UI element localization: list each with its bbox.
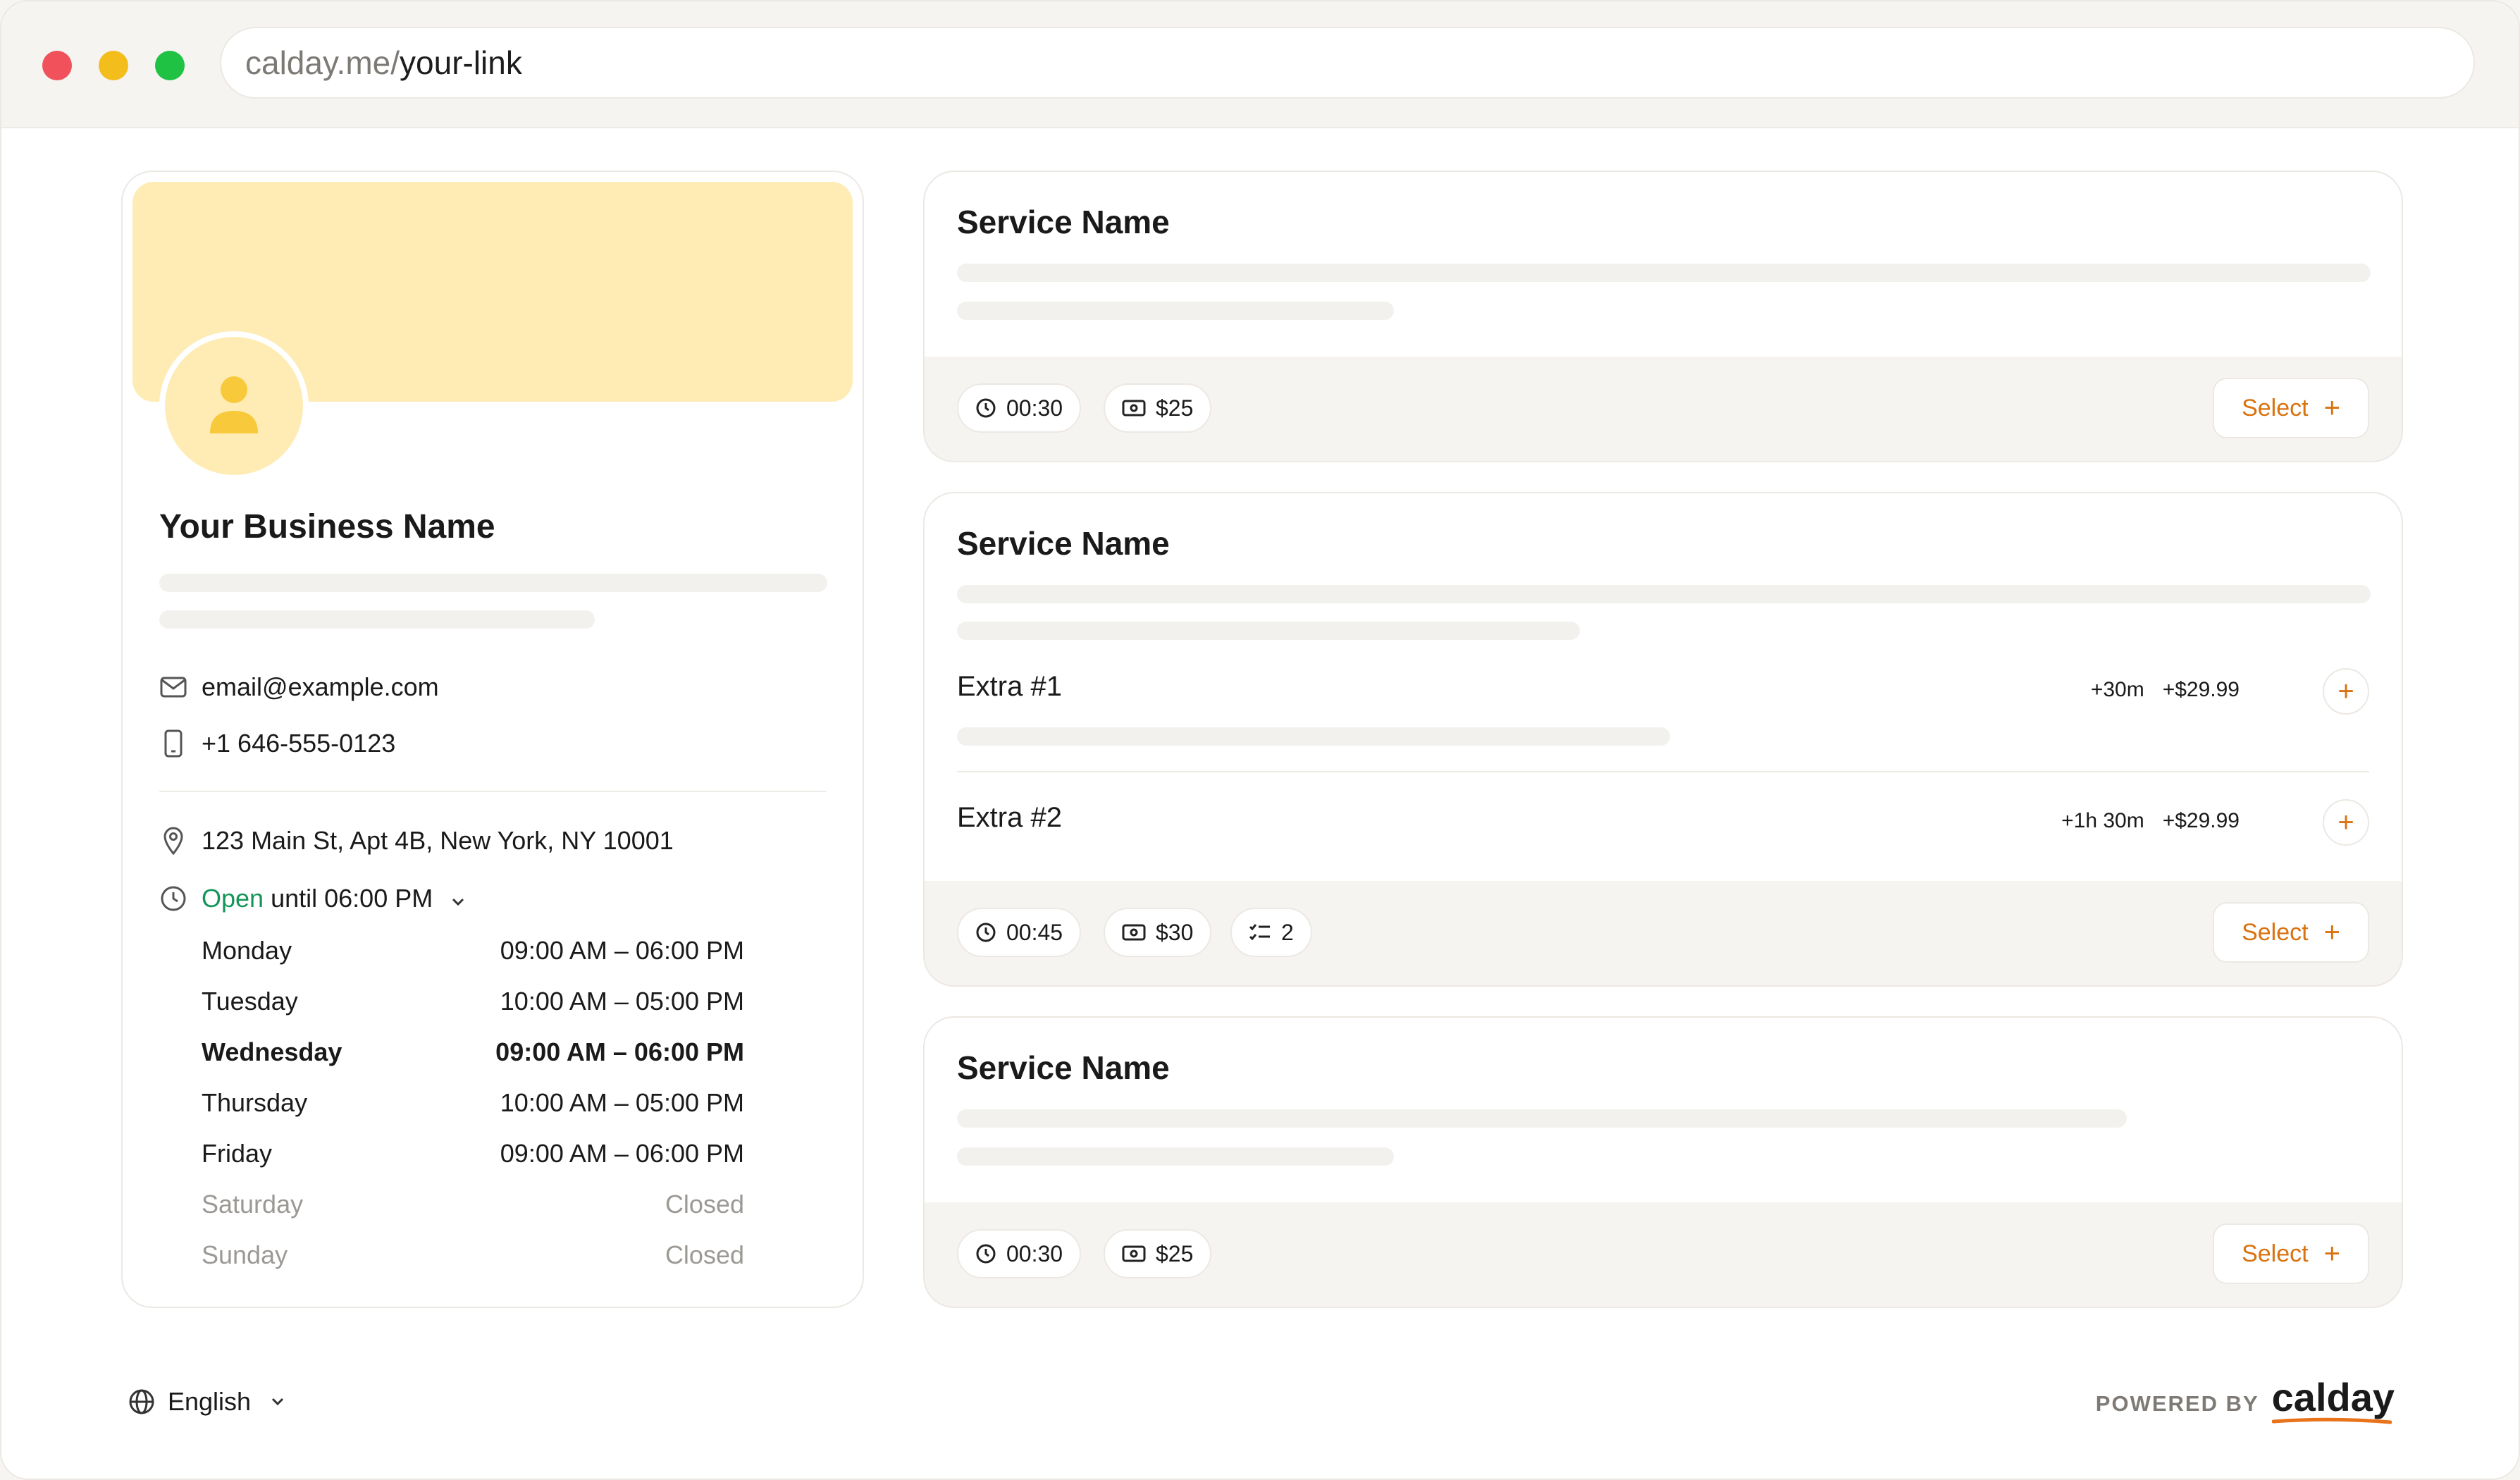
price-badge: $30 bbox=[1104, 908, 1212, 957]
extra-meta-group: +30m +$29.99 bbox=[2091, 678, 2240, 702]
business-name: Your Business Name bbox=[159, 508, 495, 545]
close-window-button[interactable] bbox=[42, 51, 72, 80]
extra-price: +$29.99 bbox=[2162, 809, 2240, 832]
service-description-placeholder bbox=[957, 1109, 2127, 1128]
browser-window: calday.me/your-link Your Business Name e… bbox=[0, 0, 2520, 1480]
phone-icon bbox=[159, 729, 187, 758]
description-placeholder-line bbox=[159, 610, 595, 629]
extra-title: Extra #1 bbox=[957, 671, 1062, 702]
hours-row-tuesday: Tuesday 10:00 AM – 05:00 PM bbox=[202, 987, 744, 1016]
plus-icon: + bbox=[2323, 1238, 2340, 1269]
plus-icon: + bbox=[2323, 917, 2340, 948]
hours-row-wednesday: Wednesday 09:00 AM – 06:00 PM bbox=[202, 1037, 744, 1066]
open-until: until 06:00 PM bbox=[264, 884, 433, 913]
service-description-placeholder bbox=[957, 302, 1394, 320]
duration-badge: 00:45 bbox=[957, 908, 1082, 957]
address-bar[interactable]: calday.me/your-link bbox=[220, 27, 2475, 99]
powered-by-badge[interactable]: POWERED BY calday bbox=[2095, 1374, 2395, 1424]
add-extra-button[interactable]: + bbox=[2323, 799, 2369, 846]
service-title: Service Name bbox=[957, 1049, 1170, 1086]
service-card-body: Service Name Extra #1 +30m +$29.99 + Extr… bbox=[925, 493, 2402, 881]
duration-badge: 00:30 bbox=[957, 1229, 1082, 1278]
extra-title: Extra #2 bbox=[957, 802, 1062, 833]
price-badge: $25 bbox=[1104, 1229, 1212, 1278]
language-selector[interactable]: English bbox=[128, 1387, 285, 1417]
browser-toolbar: calday.me/your-link bbox=[1, 1, 2519, 128]
service-card: Service Name 00:30 $25 Select + bbox=[923, 171, 2403, 462]
business-profile-card: Your Business Name email@example.com +1 … bbox=[121, 171, 864, 1308]
chevron-down-icon bbox=[271, 1397, 285, 1407]
clock-icon bbox=[976, 923, 996, 942]
cash-icon bbox=[1122, 924, 1146, 941]
service-card: Service Name Extra #1 +30m +$29.99 + Extr… bbox=[923, 492, 2403, 987]
minimize-window-button[interactable] bbox=[99, 51, 128, 80]
plus-icon: + bbox=[2323, 393, 2340, 424]
avatar bbox=[159, 331, 309, 481]
user-icon bbox=[210, 376, 258, 433]
logo-underline bbox=[2271, 1417, 2392, 1424]
service-title: Service Name bbox=[957, 204, 1170, 240]
service-description-placeholder bbox=[957, 264, 2371, 282]
extra-description-placeholder bbox=[957, 727, 1670, 746]
hours-row-saturday: Saturday Closed bbox=[202, 1190, 744, 1219]
address-text: 123 Main St, Apt 4B, New York, NY 10001 bbox=[202, 826, 674, 855]
cash-icon bbox=[1122, 1245, 1146, 1262]
service-card-body: Service Name bbox=[925, 172, 2402, 357]
url-path: your-link bbox=[400, 44, 522, 81]
description-placeholder-line bbox=[159, 574, 827, 592]
info-divider bbox=[159, 791, 826, 792]
extras-count-badge: 2 bbox=[1230, 908, 1312, 957]
service-title: Service Name bbox=[957, 525, 1170, 562]
address-row[interactable]: 123 Main St, Apt 4B, New York, NY 10001 bbox=[159, 826, 674, 856]
phone-text: +1 646-555-0123 bbox=[202, 729, 396, 758]
plus-icon: + bbox=[2337, 806, 2354, 838]
extra-divider bbox=[957, 771, 2369, 772]
language-label: English bbox=[168, 1387, 252, 1416]
select-service-button[interactable]: Select + bbox=[2213, 378, 2369, 438]
service-card: Service Name 00:30 $25 Select + bbox=[923, 1016, 2403, 1308]
hours-row-monday: Monday 09:00 AM – 06:00 PM bbox=[202, 936, 744, 965]
hours-row-friday: Friday 09:00 AM – 06:00 PM bbox=[202, 1139, 744, 1168]
clock-icon bbox=[976, 1244, 996, 1264]
url-host: calday.me/ bbox=[245, 44, 400, 81]
select-service-button[interactable]: Select + bbox=[2213, 902, 2369, 963]
clock-icon bbox=[976, 398, 996, 418]
hours-row-thursday: Thursday 10:00 AM – 05:00 PM bbox=[202, 1088, 744, 1117]
service-card-body: Service Name bbox=[925, 1018, 2402, 1202]
add-extra-button[interactable]: + bbox=[2323, 668, 2369, 715]
extra-duration: +30m bbox=[2090, 678, 2144, 701]
phone-row[interactable]: +1 646-555-0123 bbox=[159, 729, 395, 758]
price-badge: $25 bbox=[1104, 383, 1212, 433]
hours-row-sunday: Sunday Closed bbox=[202, 1240, 744, 1269]
extra-price: +$29.99 bbox=[2162, 678, 2240, 701]
powered-by-text: POWERED BY bbox=[2095, 1391, 2259, 1416]
maximize-window-button[interactable] bbox=[155, 51, 185, 80]
extra-meta-group: +1h 30m +$29.99 bbox=[2061, 809, 2240, 833]
checklist-icon bbox=[1249, 924, 1270, 941]
clock-icon bbox=[159, 884, 187, 913]
email-row[interactable]: email@example.com bbox=[159, 672, 439, 702]
chevron-down-icon bbox=[451, 884, 465, 913]
location-pin-icon bbox=[159, 827, 187, 855]
calday-logo: calday bbox=[2271, 1374, 2395, 1424]
mail-icon bbox=[159, 673, 187, 701]
service-description-placeholder bbox=[957, 585, 2371, 603]
service-description-placeholder bbox=[957, 1147, 1394, 1166]
duration-badge: 00:30 bbox=[957, 383, 1082, 433]
select-service-button[interactable]: Select + bbox=[2213, 1223, 2369, 1284]
service-description-placeholder bbox=[957, 622, 1580, 640]
email-text: email@example.com bbox=[202, 672, 439, 701]
opening-status-toggle[interactable]: Open until 06:00 PM bbox=[159, 884, 465, 913]
plus-icon: + bbox=[2337, 675, 2354, 707]
cash-icon bbox=[1122, 400, 1146, 417]
open-status: Open bbox=[202, 884, 264, 913]
extra-duration: +1h 30m bbox=[2061, 809, 2144, 832]
globe-icon bbox=[128, 1388, 155, 1415]
